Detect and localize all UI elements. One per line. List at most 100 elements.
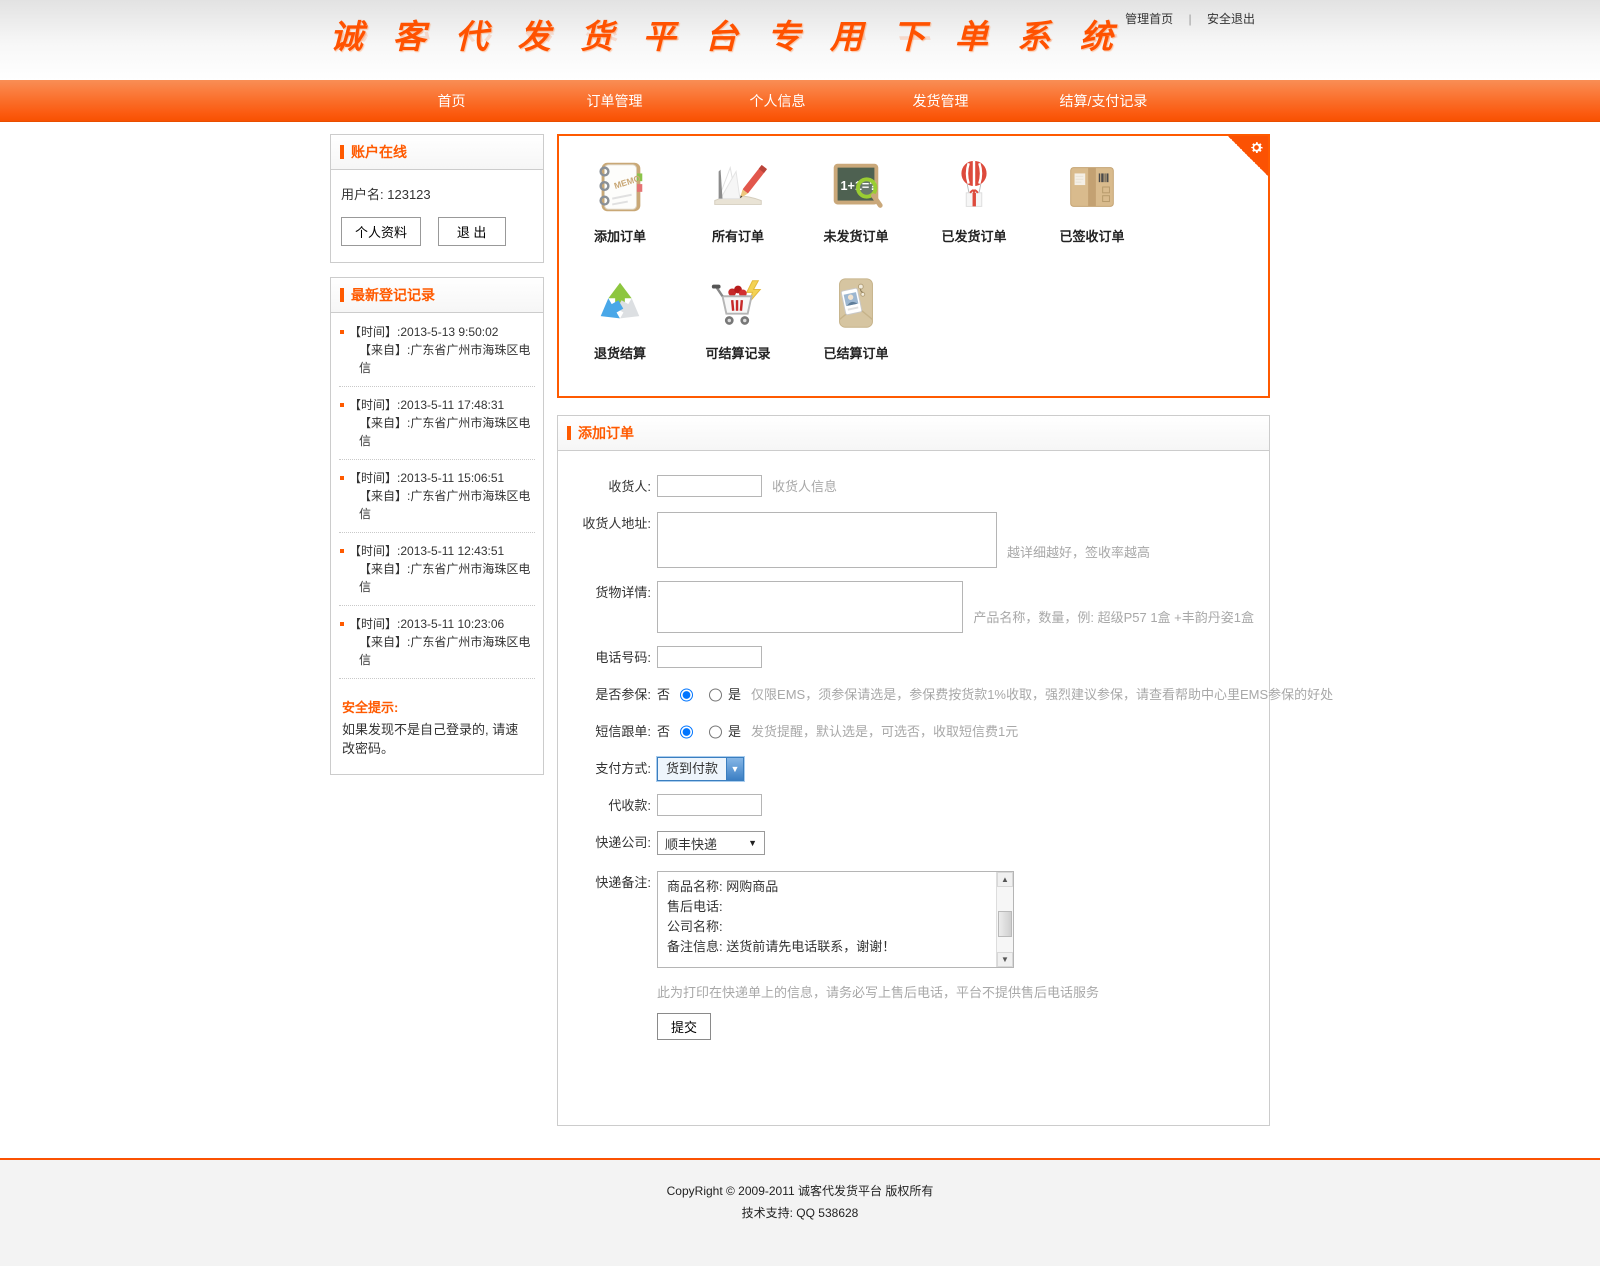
record-separator	[339, 386, 535, 387]
recycle-icon	[589, 273, 651, 335]
security-tip-title: 安全提示:	[339, 697, 535, 716]
address-textarea[interactable]	[657, 512, 997, 568]
package-icon	[1061, 156, 1123, 218]
shortcut-signed-orders[interactable]: 已签收订单	[1033, 156, 1151, 245]
scrollbar-track[interactable]	[997, 887, 1013, 952]
shortcut-label: 已签收订单	[1033, 226, 1151, 245]
scroll-up-icon[interactable]: ▲	[997, 872, 1013, 887]
goods-hint: 产品名称，数量，例: 超级P57 1盒 +丰韵丹姿1盒	[973, 606, 1254, 630]
support-text: 技术支持: QQ 538628	[0, 1204, 1600, 1221]
consignee-label: 收货人:	[573, 475, 657, 499]
account-box-title: 账户在线	[351, 142, 407, 162]
note-hint: 此为打印在快递单上的信息，请务必写上售后电话，平台不提供售后电话服务	[657, 981, 1099, 1005]
sms-yes-label: 是	[728, 720, 741, 744]
login-records-box: 最新登记记录 【时间】:2013-5-13 9:50:02 【来自】:广东省广州…	[330, 277, 544, 775]
shortcut-label: 退货结算	[561, 343, 679, 362]
record-separator	[339, 678, 535, 679]
balloon-gift-icon	[943, 156, 1005, 218]
gear-icon	[1249, 140, 1264, 155]
login-record: 【时间】:2013-5-11 12:43:51 【来自】:广东省广州市海珠区电信	[339, 542, 535, 596]
safe-logout-link[interactable]: 安全退出	[1207, 12, 1255, 26]
record-separator	[339, 532, 535, 533]
corner-ribbon[interactable]	[1228, 136, 1268, 176]
insure-yes-radio[interactable]	[709, 683, 722, 707]
nav-item-home[interactable]: 首页	[370, 80, 533, 122]
nav-item-settlement[interactable]: 结算/支付记录	[1022, 80, 1185, 122]
address-label: 收货人地址:	[573, 512, 657, 568]
record-time-label: 【时间】:	[349, 398, 400, 412]
shortcut-label: 已结算订单	[797, 343, 915, 362]
note-label: 快递备注:	[573, 871, 657, 968]
record-from-label: 【来自】:	[359, 489, 410, 503]
shortcut-label: 所有订单	[679, 226, 797, 245]
nav-item-shipping[interactable]: 发货管理	[859, 80, 1022, 122]
shortcut-label: 添加订单	[561, 226, 679, 245]
payment-select[interactable]: 货到付款 ▼	[657, 757, 744, 781]
shortcut-label: 可结算记录	[679, 343, 797, 362]
cod-input[interactable]	[657, 794, 762, 816]
username-value: 123123	[387, 187, 430, 202]
shortcut-label: 未发货订单	[797, 226, 915, 245]
admin-home-link[interactable]: 管理首页	[1125, 12, 1173, 26]
account-box-header: 账户在线	[331, 135, 543, 170]
logout-button[interactable]: 退 出	[438, 217, 506, 246]
cod-label: 代收款:	[573, 794, 657, 818]
scrollbar-thumb[interactable]	[998, 911, 1012, 937]
header-marker	[340, 288, 344, 302]
profile-button[interactable]: 个人资料	[341, 217, 421, 246]
address-hint: 越详细越好，签收率越高	[1007, 541, 1150, 565]
scroll-down-icon[interactable]: ▼	[997, 952, 1013, 967]
sms-no-radio[interactable]	[680, 720, 693, 744]
record-time-label: 【时间】:	[349, 325, 400, 339]
submit-button[interactable]: 提交	[657, 1013, 711, 1040]
phone-input[interactable]	[657, 646, 762, 668]
consignee-input[interactable]	[657, 475, 762, 497]
phone-label: 电话号码:	[573, 646, 657, 670]
chalkboard-magnifier-icon: 1+1=?	[825, 156, 887, 218]
shortcut-settled-orders[interactable]: 已结算订单	[797, 273, 915, 362]
goods-label: 货物详情:	[573, 581, 657, 633]
sms-hint: 发货提醒，默认选是，可选否，收取短信费1元	[751, 720, 1018, 744]
login-record: 【时间】:2013-5-11 10:23:06 【来自】:广东省广州市海珠区电信	[339, 615, 535, 669]
nav-item-profile[interactable]: 个人信息	[696, 80, 859, 122]
sidebar: 账户在线 用户名: 123123 个人资料 退 出 最新登记记录	[330, 134, 544, 775]
scrollbar: ▲ ▼	[996, 872, 1013, 967]
insure-no-radio[interactable]	[680, 683, 693, 707]
record-bullet-icon	[340, 622, 344, 626]
shortcut-return-settlement[interactable]: 退货结算	[561, 273, 679, 362]
shortcut-shipped-orders[interactable]: 已发货订单	[915, 156, 1033, 245]
insure-yes-label: 是	[728, 683, 741, 707]
record-bullet-icon	[340, 476, 344, 480]
courier-note-text: 商品名称: 网购商品 售后电话: 公司名称: 备注信息: 送货前请先电话联系，谢…	[658, 872, 996, 967]
shopping-cart-icon	[707, 273, 769, 335]
courier-select[interactable]: 顺丰快递 ▼	[657, 831, 765, 855]
shortcut-add-order[interactable]: MEMO 添加订单	[561, 156, 679, 245]
record-bullet-icon	[340, 549, 344, 553]
payment-label: 支付方式:	[573, 757, 657, 781]
nav-item-orders[interactable]: 订单管理	[533, 80, 696, 122]
account-box: 账户在线 用户名: 123123 个人资料 退 出	[330, 134, 544, 263]
memo-notebook-icon: MEMO	[589, 156, 651, 218]
shortcut-all-orders[interactable]: 所有订单	[679, 156, 797, 245]
page-header: 诚 客 代 发 货 平 台 专 用 下 单 系 统 诚 客 代 发 货 平 台 …	[0, 0, 1600, 80]
shortcut-settleable-records[interactable]: 可结算记录	[679, 273, 797, 362]
goods-textarea[interactable]	[657, 581, 963, 633]
record-time: 2013-5-13 9:50:02	[400, 325, 498, 339]
record-from-label: 【来自】:	[359, 343, 410, 357]
record-time: 2013-5-11 15:06:51	[400, 471, 504, 485]
record-bullet-icon	[340, 330, 344, 334]
record-from-label: 【来自】:	[359, 416, 410, 430]
insure-no-label: 否	[657, 683, 670, 707]
page-footer: CopyRight © 2009-2011 诚客代发货平台 版权所有 技术支持:…	[0, 1158, 1600, 1266]
record-time: 2013-5-11 12:43:51	[400, 544, 504, 558]
insure-label: 是否参保:	[573, 683, 657, 707]
record-from-label: 【来自】:	[359, 562, 410, 576]
chevron-down-icon: ▼	[748, 838, 757, 848]
shortcut-unshipped-orders[interactable]: 1+1=? 未发货订单	[797, 156, 915, 245]
header-marker	[567, 426, 571, 440]
courier-note-textarea[interactable]: 商品名称: 网购商品 售后电话: 公司名称: 备注信息: 送货前请先电话联系，谢…	[657, 871, 1014, 968]
sms-yes-radio[interactable]	[709, 720, 722, 744]
record-time-label: 【时间】:	[349, 617, 400, 631]
copyright-text: CopyRight © 2009-2011 诚客代发货平台 版权所有	[0, 1182, 1600, 1199]
courier-label: 快递公司:	[573, 831, 657, 855]
